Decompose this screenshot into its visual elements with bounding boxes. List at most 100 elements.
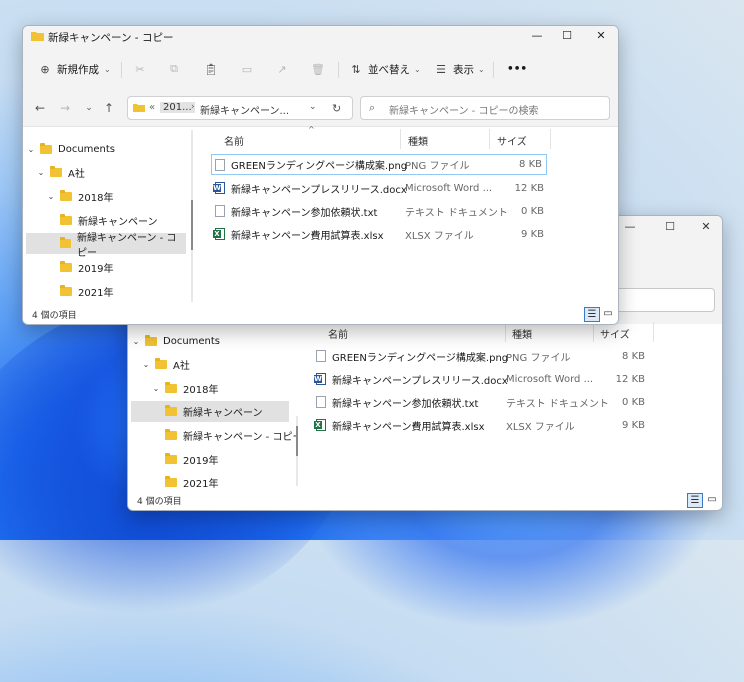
delete-button[interactable]: 🗑︎: [311, 60, 330, 78]
search-placeholder: 新緑キャンペーン - コピーの検索: [389, 106, 539, 117]
column-name-header[interactable]: 名前: [224, 133, 244, 148]
back-file-row[interactable]: 新緑キャンペーン参加依頼状.txt テキスト ドキュメント 0 KB: [313, 392, 649, 412]
file-row[interactable]: 新緑キャンペーン費用試算表.xlsxXLSX ファイル9 KB: [212, 224, 548, 244]
sort-button[interactable]: ⇅ 並べ替え ⌄: [349, 60, 421, 78]
toolbar-separator: [493, 62, 494, 78]
chevron-down-icon[interactable]: ⌄: [141, 360, 151, 369]
file-row[interactable]: GREENランディングページ構成案.png PNG ファイル 8 KB: [211, 154, 547, 175]
column-size-header[interactable]: サイズ: [497, 133, 527, 148]
nav-pane: ⌄ Documents ⌄ A社 ⌄ 2018年 新緑キャンペーン 新緑キャンペーン …: [23, 127, 189, 304]
image-file-icon: [215, 158, 225, 171]
back-file-row[interactable]: 新緑キャンペーン費用試算表.xlsxXLSX ファイル9 KB: [313, 415, 649, 435]
folder-icon: [165, 453, 177, 464]
details-view-icon[interactable]: ☰: [687, 493, 703, 508]
rename-button[interactable]: ▭: [240, 60, 259, 78]
chevron-down-icon[interactable]: ⌄: [46, 192, 56, 201]
back-search-input[interactable]: [608, 288, 715, 312]
column-divider[interactable]: [400, 129, 401, 149]
breadcrumb-segment-folder[interactable]: 新緑キャンペーン...: [200, 102, 289, 117]
column-divider[interactable]: [593, 322, 594, 342]
back-tree-item-a[interactable]: ⌄ A社: [141, 354, 301, 375]
tree-item-2021[interactable]: 2021年: [46, 281, 206, 302]
back-tree-item-documents[interactable]: ⌄ Documents: [131, 331, 291, 352]
chevron-down-icon: ⌄: [478, 64, 485, 74]
maximize-button[interactable]: ☐: [553, 29, 581, 42]
tiles-view-icon[interactable]: ▭: [601, 307, 615, 320]
details-view-icon[interactable]: ☰: [584, 307, 600, 322]
search-icon: ⌕: [369, 101, 376, 114]
folder-icon: [133, 104, 145, 112]
back-minimize-button[interactable]: —: [616, 220, 644, 233]
chevron-down-icon[interactable]: ⌄: [151, 384, 161, 393]
column-type-header[interactable]: 種類: [408, 133, 428, 148]
word-file-icon: [314, 373, 326, 385]
tree-item-2019[interactable]: 2019年: [46, 257, 206, 278]
nav-scrollbar[interactable]: [191, 130, 193, 302]
view-list-icon: ☰: [436, 62, 446, 76]
refresh-icon[interactable]: ↻: [332, 102, 341, 115]
folder-icon: [50, 166, 62, 177]
share-icon: ↗: [277, 62, 287, 76]
minimize-button[interactable]: —: [523, 29, 551, 42]
rename-icon: ▭: [241, 62, 253, 76]
chevron-down-icon: ⌄: [414, 64, 421, 74]
breadcrumb-segment-year[interactable]: 201...: [160, 102, 195, 113]
view-button[interactable]: ☰ 表示 ⌄: [434, 60, 485, 78]
recent-chevron-icon[interactable]: ⌄: [80, 103, 98, 113]
tree-item-documents[interactable]: ⌄ Documents: [26, 139, 186, 160]
tiles-view-icon[interactable]: ▭: [705, 493, 719, 506]
back-file-row[interactable]: GREENランディングページ構成案.png PNG ファイル 8 KB: [313, 346, 649, 366]
forward-arrow-icon[interactable]: →: [56, 101, 74, 115]
folder-icon: [165, 405, 177, 416]
folder-icon: [40, 143, 52, 154]
up-arrow-icon[interactable]: ↑: [100, 101, 118, 115]
column-divider[interactable]: [653, 322, 654, 342]
chevron-down-icon[interactable]: ⌄: [26, 145, 36, 154]
close-button[interactable]: ✕: [587, 29, 615, 42]
back-column-name[interactable]: 名前: [328, 326, 348, 341]
back-nav-pane: ⌄ Documents ⌄ A社 ⌄ 2018年 新緑キャンペーン 新緑キャンペーン …: [128, 324, 302, 492]
file-row[interactable]: 新緑キャンペーン参加依頼状.txt テキスト ドキュメント 0 KB: [212, 201, 548, 221]
search-input[interactable]: ⌕ 新緑キャンペーン - コピーの検索: [360, 96, 610, 120]
address-input[interactable]: « 201... › 新緑キャンペーン... ⌄ ↻: [127, 96, 353, 120]
explorer-window-front[interactable]: 新緑キャンペーン - コピー — ☐ ✕ ⊕ 新規作成 ⌄ ✂ ⧉ 📋︎ ▭ ↗ 🗑…: [22, 25, 619, 325]
more-options-button[interactable]: •••: [507, 60, 527, 78]
back-column-type[interactable]: 種類: [512, 326, 532, 341]
file-row[interactable]: 新緑キャンペーンプレスリリース.docxMicrosoft Word ...12…: [212, 178, 548, 198]
nav-scroll-thumb[interactable]: [191, 200, 193, 250]
chevron-down-icon[interactable]: ⌄: [36, 168, 46, 177]
cut-button[interactable]: ✂: [133, 60, 152, 78]
back-maximize-button[interactable]: ☐: [656, 220, 684, 233]
back-tree-item-2019[interactable]: 2019年: [151, 449, 311, 470]
folder-icon: [165, 476, 177, 487]
back-file-row[interactable]: 新緑キャンペーンプレスリリース.docxMicrosoft Word ...12…: [313, 369, 649, 389]
scissors-icon: ✂: [135, 62, 145, 76]
column-divider[interactable]: [489, 129, 490, 149]
back-tree-item-2018[interactable]: ⌄ 2018年: [151, 378, 311, 399]
tree-item-shinryoku-copy[interactable]: 新緑キャンペーン - コピー: [26, 233, 186, 259]
share-button[interactable]: ↗: [275, 60, 294, 78]
back-tree-item-shinryoku[interactable]: 新緑キャンペーン: [131, 401, 289, 422]
back-arrow-icon[interactable]: ←: [31, 101, 49, 115]
column-divider[interactable]: [550, 129, 551, 149]
folder-icon: [60, 237, 71, 248]
folder-icon: [60, 214, 72, 225]
chevron-down-icon[interactable]: ⌄: [131, 337, 141, 346]
copy-button[interactable]: ⧉: [167, 60, 186, 78]
back-close-button[interactable]: ✕: [692, 220, 720, 233]
folder-icon: [60, 261, 72, 272]
breadcrumb-overflow[interactable]: «: [149, 102, 155, 113]
address-dropdown-icon[interactable]: ⌄: [309, 102, 317, 112]
column-divider[interactable]: [505, 322, 506, 342]
folder-icon: [155, 358, 167, 369]
back-column-size[interactable]: サイズ: [600, 326, 630, 341]
paste-button[interactable]: 📋︎: [204, 60, 223, 78]
back-file-list: 名前 種類 サイズ GREENランディングページ構成案.png PNG ファイル 8…: [298, 322, 722, 492]
word-file-icon: [213, 182, 225, 194]
new-button[interactable]: ⊕ 新規作成 ⌄: [38, 60, 110, 78]
tree-item-a[interactable]: ⌄ A社: [36, 162, 196, 183]
sort-ascending-icon: ^: [308, 125, 315, 134]
tree-item-2018[interactable]: ⌄ 2018年: [46, 186, 206, 207]
file-list: ^ 名前 種類 サイズ GREENランディングページ構成案.png PNG ファイ…: [197, 125, 618, 304]
titlebar[interactable]: 新緑キャンペーン - コピー — ☐ ✕: [23, 26, 618, 48]
